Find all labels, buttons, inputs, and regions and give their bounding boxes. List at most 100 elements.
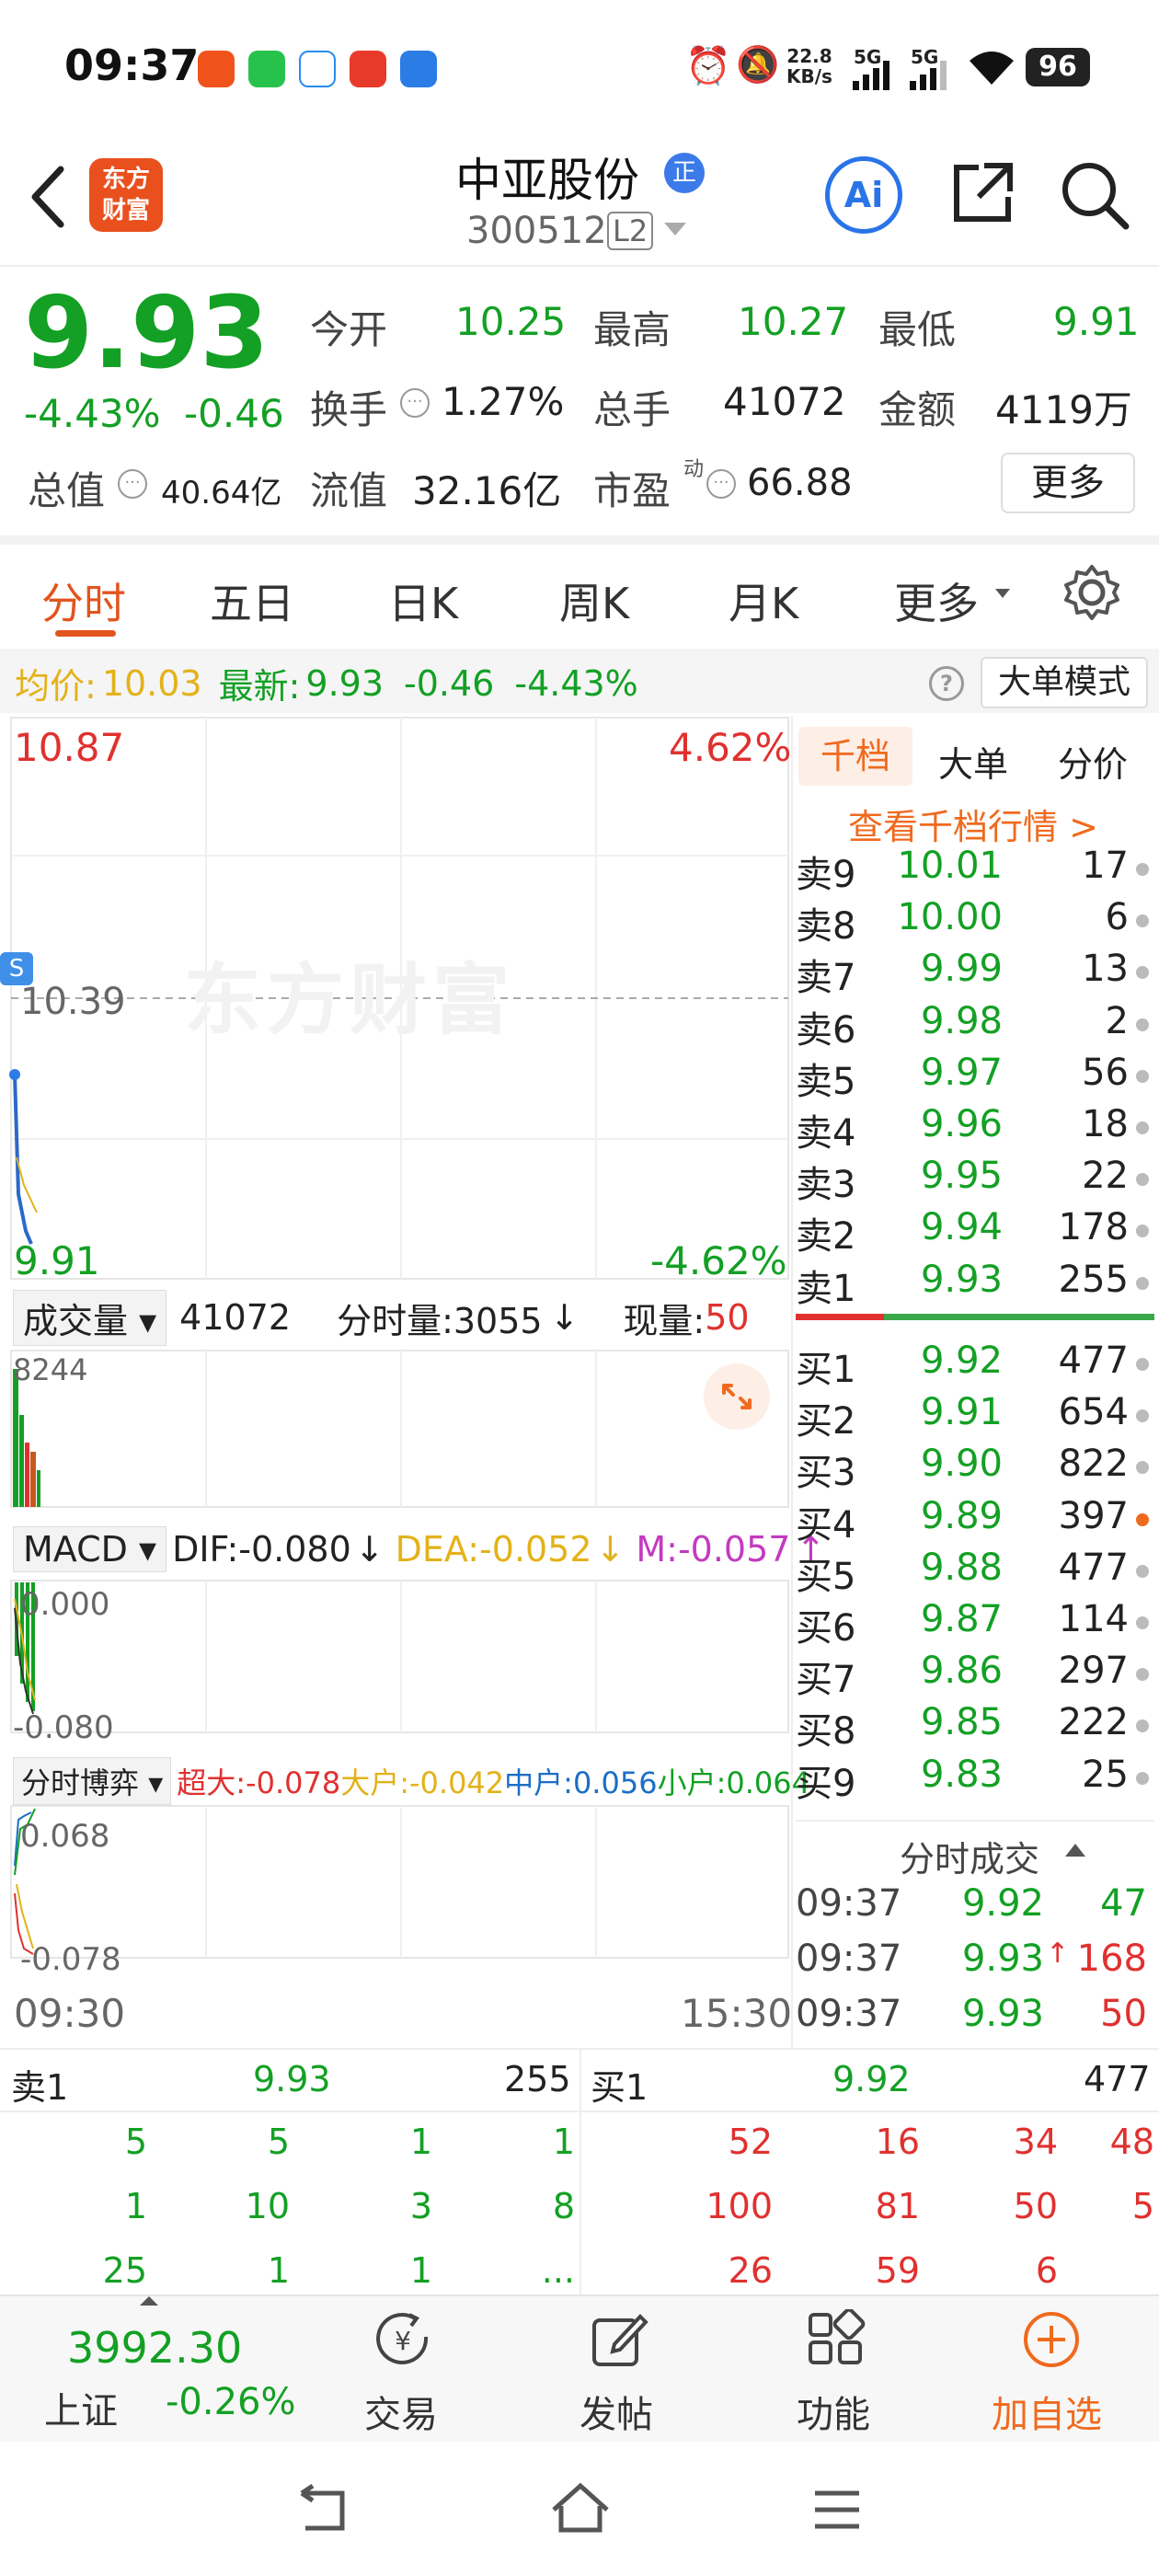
level-dot-icon	[1136, 1668, 1149, 1682]
index-change[interactable]: -0.26%	[166, 2381, 296, 2423]
function-button[interactable]: 功能	[797, 2385, 870, 2438]
net-speed: 22.8 KB/s	[786, 45, 832, 87]
bid-level-row[interactable]: 买1 9.92 477	[796, 1340, 1154, 1391]
tab-five-day[interactable]: 五日	[210, 570, 294, 631]
flow-small: 小户:0.064	[657, 1765, 810, 1800]
function-grid-icon[interactable]	[805, 2309, 866, 2370]
trade-icon[interactable]: ¥	[373, 2309, 433, 2370]
expand-icon[interactable]	[704, 1363, 770, 1430]
flow-selector[interactable]: 分时博弈 ▾	[13, 1757, 172, 1805]
arrow-up-icon: ↑	[1046, 1938, 1070, 1970]
info-icon[interactable]: ···	[400, 388, 430, 418]
bid-level-row[interactable]: 买3 9.90 822	[796, 1443, 1154, 1494]
macd-selector[interactable]: MACD ▾	[13, 1526, 167, 1572]
help-icon[interactable]: ?	[929, 666, 964, 701]
ai-button[interactable]: Ai	[825, 156, 902, 234]
search-icon[interactable]	[1058, 158, 1131, 232]
level-volume: 56	[1082, 1051, 1129, 1094]
big-order-mode-button[interactable]: 大单模式	[981, 657, 1148, 708]
more-button[interactable]: 更多	[1001, 453, 1135, 513]
bid-level-row[interactable]: 买7 9.86 297	[796, 1650, 1154, 1701]
ask-level-row[interactable]: 卖4 9.96 18	[796, 1103, 1154, 1155]
level-volume: 114	[1058, 1598, 1129, 1640]
latest-change: -0.46	[404, 662, 495, 704]
ask-level-row[interactable]: 卖3 9.95 22	[796, 1155, 1154, 1206]
queue-ask-order: 5	[267, 2122, 290, 2162]
level-volume: 25	[1082, 1753, 1129, 1796]
index-value[interactable]: 3992.30	[67, 2323, 242, 2373]
bid-level-row[interactable]: 买4 9.89 397	[796, 1495, 1154, 1547]
level-dot-icon	[1136, 1564, 1149, 1578]
level-price: 9.98	[920, 999, 1003, 1042]
level-volume: 397	[1058, 1494, 1129, 1537]
ask-level-row[interactable]: 卖7 9.99 13	[796, 948, 1154, 999]
bid-level-row[interactable]: 买2 9.91 654	[796, 1391, 1154, 1443]
volume-total: 41072	[179, 1297, 292, 1338]
tab-weekly-k[interactable]: 周K	[559, 570, 629, 631]
level-label: 买9	[796, 1762, 856, 1805]
level-dropdown-icon[interactable]	[664, 223, 686, 236]
queue-ask-order: ...	[541, 2250, 575, 2291]
avg-value: 10.03	[101, 662, 202, 704]
ask-level-row[interactable]: 卖5 9.97 56	[796, 1052, 1154, 1103]
add-watchlist-button[interactable]: 加自选	[992, 2385, 1102, 2438]
level-price: 9.87	[920, 1598, 1003, 1640]
level-dot-icon	[1136, 1719, 1149, 1733]
tab-monthly-k[interactable]: 月K	[729, 570, 798, 631]
back-nav-icon[interactable]	[293, 2484, 351, 2536]
level-volume: 654	[1058, 1391, 1129, 1434]
tab-thousand-levels[interactable]: 千档	[798, 727, 912, 786]
queue-bid-order: 59	[875, 2250, 920, 2291]
bid-level-row[interactable]: 买6 9.87 114	[796, 1598, 1154, 1650]
info-icon[interactable]: ···	[118, 469, 147, 499]
macd-dea: DEA:-0.052	[395, 1529, 592, 1570]
gear-icon[interactable]	[1062, 563, 1121, 622]
bid-level-row[interactable]: 买9 9.83 25	[796, 1754, 1154, 1805]
ask-level-row[interactable]: 卖2 9.94 178	[796, 1206, 1154, 1258]
orderbook-divider	[791, 716, 793, 2048]
view-levels-link[interactable]: 查看千档行情 >	[848, 799, 1098, 849]
level-label: 卖9	[796, 854, 856, 896]
tab-indicator	[55, 630, 116, 637]
level-volume: 178	[1058, 1206, 1129, 1249]
mute-icon: 🔕	[736, 44, 780, 85]
divider	[0, 2110, 1159, 2112]
post-icon[interactable]	[589, 2309, 649, 2370]
section-divider	[0, 535, 1159, 545]
tab-intraday[interactable]: 分时	[41, 570, 126, 631]
tab-price-distribution[interactable]: 分价	[1058, 736, 1128, 787]
level-badge[interactable]: L2	[607, 212, 654, 250]
menu-nav-icon[interactable]	[811, 2488, 863, 2532]
tab-big-orders[interactable]: 大单	[938, 736, 1008, 787]
level-dot-icon	[1136, 914, 1149, 928]
trades-title[interactable]: 分时成交	[900, 1831, 1039, 1881]
post-button[interactable]: 发帖	[580, 2385, 653, 2438]
ask-level-row[interactable]: 卖1 9.93 255	[796, 1259, 1154, 1310]
level-volume: 477	[1058, 1340, 1129, 1382]
volume-selector[interactable]: 成交量 ▾	[13, 1289, 167, 1346]
level-volume: 297	[1058, 1650, 1129, 1693]
divider	[0, 265, 1159, 267]
summary-line: 均价: 10.03 最新: 9.93 -0.46 -4.43%	[15, 658, 638, 708]
app-notification-icon	[299, 51, 336, 87]
tab-daily-k[interactable]: 日K	[388, 570, 458, 631]
index-name[interactable]: 上证	[44, 2381, 118, 2434]
s-marker[interactable]: S	[0, 952, 33, 985]
add-icon[interactable]	[1021, 2309, 1082, 2370]
change-percent: -4.43%	[24, 391, 161, 436]
level-label: 卖4	[796, 1112, 856, 1155]
trade-button[interactable]: 交易	[364, 2385, 438, 2438]
bid-level-row[interactable]: 买5 9.88 477	[796, 1547, 1154, 1598]
ask-level-row[interactable]: 卖9 10.01 17	[796, 845, 1154, 896]
share-icon[interactable]	[947, 158, 1017, 228]
home-nav-icon[interactable]	[548, 2480, 613, 2536]
bid-level-row[interactable]: 买8 9.85 222	[796, 1701, 1154, 1753]
eastmoney-logo[interactable]: 东方 财富	[89, 158, 163, 232]
ask-level-row[interactable]: 卖8 10.00 6	[796, 896, 1154, 948]
ask-level-row[interactable]: 卖6 9.98 2	[796, 1000, 1154, 1052]
back-arrow-icon[interactable]	[26, 164, 66, 230]
tab-more[interactable]: 更多	[894, 570, 979, 631]
level-price: 9.88	[920, 1546, 1003, 1589]
info-icon[interactable]: ···	[706, 469, 736, 499]
level-price: 9.90	[920, 1443, 1003, 1486]
